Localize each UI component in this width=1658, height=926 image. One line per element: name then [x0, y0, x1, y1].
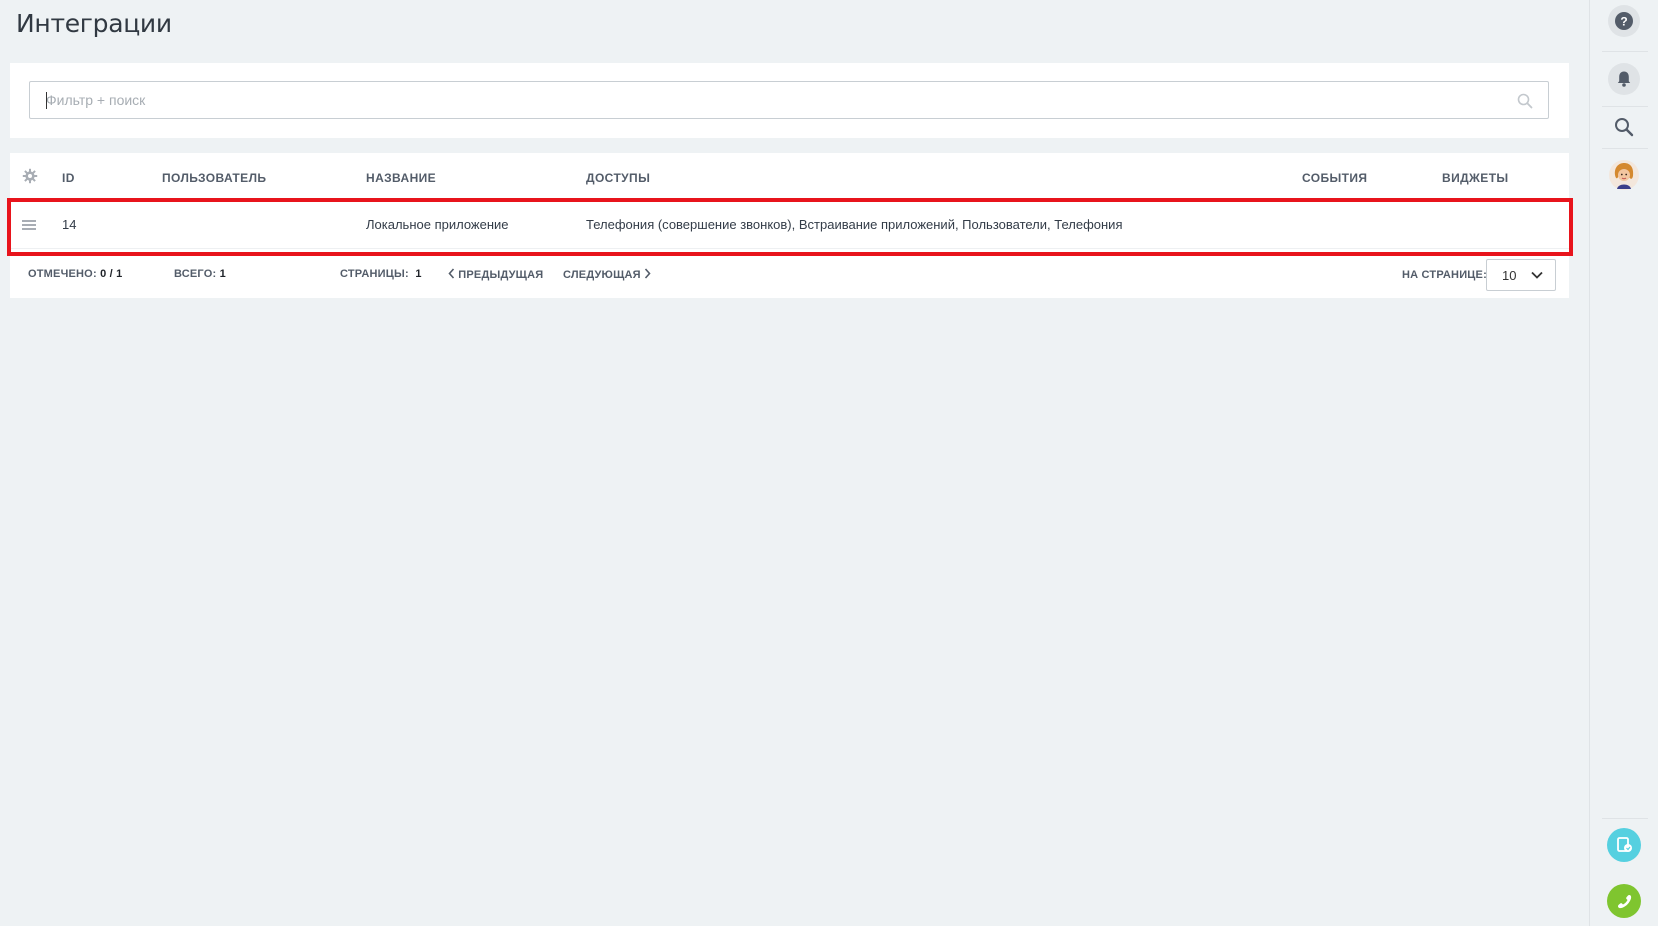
- next-page-button[interactable]: СЛЕДУЮЩАЯ: [563, 268, 651, 281]
- selected-counter: ОТМЕЧЕНО: 0 / 1: [28, 268, 122, 280]
- cell-name[interactable]: Локальное приложение: [366, 217, 509, 232]
- per-page-select[interactable]: 10: [1486, 259, 1556, 291]
- rail-divider: [1602, 148, 1648, 149]
- help-button[interactable]: ?: [1607, 4, 1641, 38]
- search-icon: [1615, 118, 1634, 137]
- per-page-value: 10: [1502, 268, 1517, 283]
- next-page-label: СЛЕДУЮЩАЯ: [563, 269, 641, 281]
- search-button[interactable]: [1607, 110, 1641, 144]
- grid-footer: ОТМЕЧЕНО: 0 / 1 ВСЕГО: 1 СТРАНИЦЫ: 1 ПРЕ…: [10, 249, 1569, 298]
- prev-page-button[interactable]: ПРЕДЫДУЩАЯ: [448, 268, 543, 281]
- cell-id: 14: [62, 217, 77, 232]
- chevron-down-icon: [1531, 271, 1543, 279]
- main-area: Интеграции Фильтр + поиск ID ПОЛЬЗОВАТЕЛ…: [0, 0, 1589, 926]
- total-label: ВСЕГО:: [174, 268, 217, 280]
- total-value: 1: [219, 268, 226, 280]
- grid-header: ID ПОЛЬЗОВАТЕЛЬ НАЗВАНИЕ ДОСТУПЫ СОБЫТИЯ…: [10, 153, 1569, 199]
- column-header-widgets[interactable]: ВИДЖЕТЫ: [1442, 171, 1509, 185]
- rail-divider: [1602, 51, 1648, 52]
- right-rail: ?: [1589, 0, 1658, 926]
- bell-icon: [1608, 63, 1640, 95]
- page-title: Интеграции: [16, 9, 172, 38]
- column-header-events[interactable]: СОБЫТИЯ: [1302, 171, 1367, 185]
- column-header-id[interactable]: ID: [62, 171, 75, 185]
- help-icon: ?: [1608, 5, 1640, 37]
- prev-page-label: ПРЕДЫДУЩАЯ: [458, 269, 544, 281]
- gear-icon[interactable]: [22, 168, 38, 184]
- drag-handle-icon[interactable]: [22, 220, 36, 230]
- rail-divider: [1602, 106, 1648, 107]
- chat-button[interactable]: [1607, 828, 1641, 862]
- per-page-label: НА СТРАНИЦЕ:: [1402, 269, 1487, 281]
- chevron-left-icon: [448, 268, 455, 279]
- cell-access: Телефония (совершение звонков), Встраива…: [586, 217, 1123, 232]
- table-row[interactable]: 14 Локальное приложение Телефония (совер…: [10, 199, 1569, 249]
- chat-icon: [1607, 828, 1641, 862]
- notifications-button[interactable]: [1607, 62, 1641, 96]
- user-avatar-button[interactable]: [1607, 158, 1641, 192]
- integrations-grid: ID ПОЛЬЗОВАТЕЛЬ НАЗВАНИЕ ДОСТУПЫ СОБЫТИЯ…: [10, 153, 1569, 298]
- selected-value: 0 / 1: [100, 268, 123, 280]
- column-header-access[interactable]: ДОСТУПЫ: [586, 171, 650, 185]
- column-header-user[interactable]: ПОЛЬЗОВАТЕЛЬ: [162, 171, 266, 185]
- rail-divider: [1602, 818, 1648, 819]
- svg-text:?: ?: [1620, 15, 1627, 29]
- avatar: [1609, 160, 1639, 190]
- chevron-right-icon: [644, 268, 651, 279]
- pages-label: СТРАНИЦЫ:: [340, 268, 409, 280]
- search-icon[interactable]: [1516, 92, 1534, 110]
- pages-value[interactable]: 1: [415, 268, 421, 280]
- phone-icon: [1607, 884, 1641, 918]
- selected-label: ОТМЕЧЕНО:: [28, 268, 97, 280]
- total-counter: ВСЕГО: 1: [174, 268, 226, 280]
- pages-counter: СТРАНИЦЫ: 1: [340, 268, 422, 280]
- filter-panel: [10, 63, 1569, 138]
- text-caret: [46, 92, 47, 109]
- filter-search-box[interactable]: [29, 81, 1549, 119]
- column-header-name[interactable]: НАЗВАНИЕ: [366, 171, 436, 185]
- phone-button[interactable]: [1607, 884, 1641, 918]
- filter-search-input[interactable]: [30, 82, 1548, 118]
